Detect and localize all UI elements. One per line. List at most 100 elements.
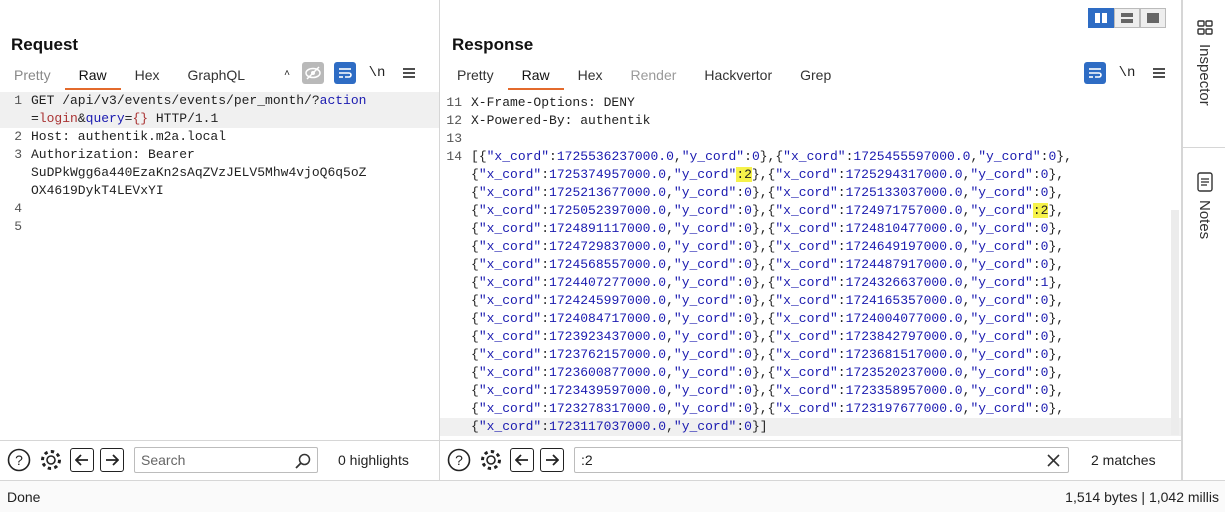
code-token: 1724245997000.0: [549, 293, 667, 308]
code-token: },: [751, 221, 768, 236]
line-number: 14: [446, 149, 462, 164]
code-token: 1724004077000.0: [845, 311, 963, 326]
response-tab-render[interactable]: Render: [617, 62, 691, 90]
request-tab-raw[interactable]: Raw: [64, 62, 121, 90]
code-line: {"x_cord":1724891117000.0,"y_cord":0},{"…: [440, 220, 1181, 238]
request-editor[interactable]: 1 GET /api/v3/events/events/per_month/?ac…: [0, 92, 439, 437]
code-token: },: [1048, 311, 1065, 326]
hide-nonprintable-icon[interactable]: [302, 62, 324, 84]
previous-arrow-icon[interactable]: [510, 447, 534, 472]
show-newlines-icon[interactable]: \n: [1116, 62, 1138, 84]
request-tab-pretty[interactable]: Pretty: [0, 62, 65, 90]
code-token: :: [736, 257, 745, 272]
code-token: "y_cord": [970, 257, 1033, 272]
response-tab-grep[interactable]: Grep: [786, 62, 845, 90]
menu-icon[interactable]: [1148, 62, 1170, 84]
code-token: "x_cord": [478, 329, 542, 344]
code-token: :: [1032, 275, 1041, 290]
code-line: =login&query={} HTTP/1.1: [0, 110, 439, 128]
code-token: "y_cord": [673, 275, 737, 290]
code-token: :: [1032, 167, 1041, 182]
code-token: {: [471, 365, 479, 380]
code-text: {"x_cord":1724891117000.0,"y_cord":0},{"…: [471, 220, 1064, 238]
code-token: {: [471, 167, 479, 182]
code-token: :: [541, 275, 550, 290]
code-line: {"x_cord":1723278317000.0,"y_cord":0},{"…: [440, 400, 1181, 418]
request-tab-graphql[interactable]: GraphQL: [174, 62, 260, 90]
code-token: {: [471, 311, 479, 326]
code-token: "x_cord": [478, 239, 542, 254]
code-token: 0: [744, 203, 752, 218]
code-token: :: [549, 149, 557, 164]
code-token: "x_cord": [775, 329, 838, 344]
request-search-placeholder: Search: [141, 451, 186, 468]
code-token: "x_cord": [478, 167, 542, 182]
code-line: 4: [0, 200, 439, 218]
code-token: :: [541, 293, 550, 308]
clear-icon[interactable]: [1047, 453, 1060, 467]
wrap-lines-icon[interactable]: [334, 62, 356, 84]
next-arrow-icon[interactable]: [540, 447, 564, 472]
code-token: "y_cord": [970, 365, 1033, 380]
response-tab-hackvertor[interactable]: Hackvertor: [690, 62, 786, 90]
code-text: {"x_cord":1725052397000.0,"y_cord":0},{"…: [471, 202, 1064, 220]
code-token: HTTP/1.1: [148, 111, 219, 126]
show-newlines-icon[interactable]: \n: [366, 62, 388, 84]
code-text: {"x_cord":1724407277000.0,"y_cord":0},{"…: [471, 274, 1064, 292]
code-text: Authorization: Bearer: [31, 146, 195, 164]
code-token: :: [1032, 383, 1041, 398]
request-tab-hex[interactable]: Hex: [121, 62, 174, 90]
notes-button[interactable]: Notes: [1183, 172, 1225, 262]
code-token: :: [541, 203, 550, 218]
help-icon[interactable]: ?: [446, 447, 472, 473]
svg-text:?: ?: [455, 452, 463, 468]
code-token: :: [541, 383, 550, 398]
code-token: 1724891117000.0: [549, 221, 667, 236]
code-token: },: [751, 383, 768, 398]
line-number: 4: [14, 201, 22, 216]
tab-menu-icon[interactable]: ˄: [282, 62, 292, 84]
response-search-input[interactable]: :2: [574, 446, 1069, 473]
previous-arrow-icon[interactable]: [70, 447, 94, 472]
code-token: 1724568557000.0: [549, 257, 667, 272]
code-line: {"x_cord":1725213677000.0,"y_cord":0},{"…: [440, 184, 1181, 202]
code-token: 0: [744, 329, 752, 344]
request-search-input[interactable]: Search: [134, 446, 318, 473]
code-token: :: [837, 275, 846, 290]
menu-icon[interactable]: [398, 62, 420, 84]
code-line: 12 X-Powered-By: authentik: [440, 112, 1181, 130]
inspector-button[interactable]: Inspector: [1183, 18, 1225, 148]
response-tools: \n: [1084, 62, 1170, 84]
code-line: 11 X-Frame-Options: DENY: [440, 94, 1181, 112]
response-editor[interactable]: 11 X-Frame-Options: DENY 12 X-Powered-By: a…: [440, 92, 1181, 437]
code-token: ,: [666, 239, 674, 254]
code-token: 1724165357000.0: [845, 293, 963, 308]
code-text: SuDPkWgg6a440EzaKn2sAqZVzJELV5Mhw4vjoQ6q…: [31, 164, 366, 182]
code-token: {: [471, 221, 479, 236]
settings-gear-icon[interactable]: [478, 447, 504, 473]
wrap-lines-icon[interactable]: [1084, 62, 1106, 84]
code-token: :: [541, 329, 550, 344]
response-tab-hex[interactable]: Hex: [564, 62, 617, 90]
code-token: :: [736, 203, 745, 218]
next-arrow-icon[interactable]: [100, 447, 124, 472]
code-token: Host: authentik.m2a.local: [31, 129, 227, 144]
code-token: "y_cord": [970, 275, 1033, 290]
status-bar: Done 1,514 bytes | 1,042 millis: [0, 480, 1225, 512]
response-scrollbar[interactable]: [1171, 210, 1179, 435]
code-token: 0: [744, 185, 752, 200]
response-tab-raw[interactable]: Raw: [507, 62, 564, 90]
code-token: "y_cord": [673, 383, 737, 398]
code-line: {"x_cord":1723439597000.0,"y_cord":0},{"…: [440, 382, 1181, 400]
response-tab-pretty[interactable]: Pretty: [440, 62, 508, 90]
code-token: "y_cord": [673, 167, 737, 182]
code-token: :: [1032, 257, 1041, 272]
code-token: },: [751, 239, 768, 254]
code-token: {: [471, 401, 479, 416]
code-token: },: [1048, 167, 1065, 182]
settings-gear-icon[interactable]: [38, 447, 64, 473]
code-token: "x_cord": [478, 257, 542, 272]
code-token: "y_cord": [970, 185, 1033, 200]
code-token: "x_cord": [775, 185, 838, 200]
help-icon[interactable]: ?: [6, 447, 32, 473]
